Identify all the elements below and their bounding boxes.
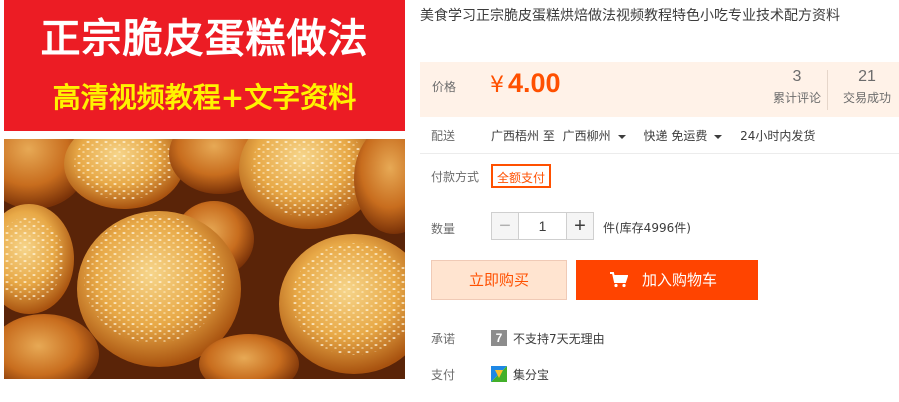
stock-info: 件(库存4996件): [603, 221, 691, 235]
pay-label: 支付: [431, 368, 456, 382]
dispatch-time: 24小时内发货: [740, 129, 816, 143]
shipping-from: 广西梧州 至: [491, 129, 555, 143]
shipping-destination-select[interactable]: 广西柳州: [563, 129, 636, 143]
product-image[interactable]: 正宗脆皮蛋糕做法 高清视频教程+文字资料: [0, 0, 405, 402]
shipping-destination: 广西柳州: [562, 129, 611, 143]
payment-option-full[interactable]: 全额支付: [491, 164, 552, 188]
deals-count: 21: [858, 68, 876, 85]
deals-label: 交易成功: [842, 91, 891, 105]
banner-subtitle: 高清视频教程+文字资料: [52, 81, 357, 114]
promise-text: 不支持7天无理由: [513, 332, 605, 346]
divider: [420, 153, 899, 154]
reviews-label: 累计评论: [772, 91, 821, 105]
currency-symbol: ¥: [490, 73, 504, 98]
deals-stat: 21 交易成功: [838, 68, 896, 106]
seven-day-icon: 7: [491, 330, 507, 346]
quantity-increase-button[interactable]: +: [566, 212, 594, 240]
chevron-down-icon: [714, 134, 723, 139]
chevron-down-icon: [617, 134, 626, 139]
cake-photo: [4, 139, 405, 379]
reviews-count: 3: [792, 68, 802, 85]
product-title: 美食学习正宗脆皮蛋糕烘焙做法视频教程特色小吃专业技术配方资料: [420, 8, 840, 24]
stat-divider: [827, 70, 828, 110]
jifenbao-icon: [491, 366, 507, 382]
pay-method-text: 集分宝: [513, 368, 550, 382]
add-to-cart-label: 加入购物车: [642, 271, 718, 289]
buy-now-button[interactable]: 立即购买: [431, 260, 567, 300]
price-box: 价格 ¥ 4.00 3 累计评论 21 交易成功: [420, 62, 899, 117]
shipping-method-select[interactable]: 快递 免运费: [644, 129, 733, 143]
add-to-cart-button[interactable]: 加入购物车: [576, 260, 758, 300]
shipping-label: 配送: [431, 129, 456, 143]
quantity-label: 数量: [431, 222, 456, 236]
reviews-stat[interactable]: 3 累计评论: [772, 68, 822, 106]
cart-icon: [610, 272, 628, 288]
payment-label: 付款方式: [431, 170, 480, 184]
banner-title: 正宗脆皮蛋糕做法: [40, 16, 369, 62]
image-banner: 正宗脆皮蛋糕做法 高清视频教程+文字资料: [4, 0, 405, 133]
shipping-info: 广西梧州 至 广西柳州 快递 免运费 24小时内发货: [491, 127, 819, 144]
promise-label: 承诺: [431, 332, 456, 346]
price-value: 4.00: [508, 68, 561, 98]
shipping-method: 快递 免运费: [643, 129, 708, 143]
quantity-decrease-button[interactable]: −: [491, 212, 519, 240]
price-label: 价格: [432, 80, 457, 94]
quantity-input[interactable]: 1: [519, 212, 566, 240]
